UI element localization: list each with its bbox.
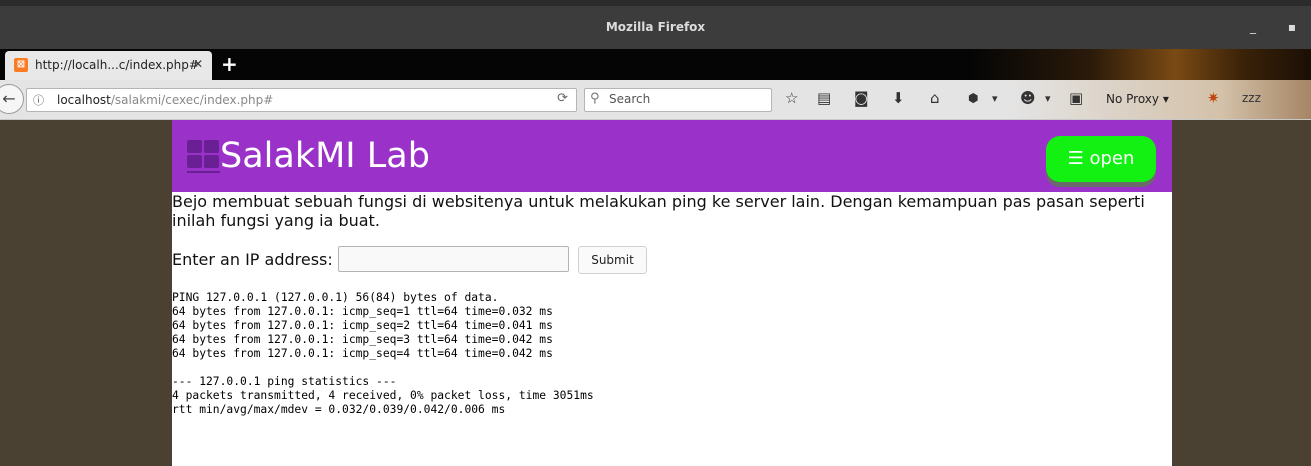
- home-icon[interactable]: ⌂: [930, 89, 940, 107]
- web-page: SalakMI Lab ☰ open Bejo membuat sebuah f…: [172, 120, 1172, 466]
- grid-logo-icon: [187, 140, 220, 173]
- screenshot-icon[interactable]: ▣: [1069, 89, 1083, 107]
- site-header: SalakMI Lab ☰ open: [172, 120, 1172, 192]
- tab-label: http://localh...c/index.php#: [35, 58, 199, 72]
- back-button[interactable]: ←: [0, 84, 24, 114]
- url-bar[interactable]: ⓘ localhost/salakmi/cexec/index.php# ⟳: [26, 88, 577, 112]
- pocket-icon[interactable]: ◙: [854, 89, 869, 107]
- info-icon[interactable]: ⓘ: [33, 92, 44, 108]
- url-host: localhost: [57, 93, 111, 107]
- greasemonkey-dropdown-icon[interactable]: ▾: [1045, 92, 1051, 105]
- ip-address-label: Enter an IP address:: [172, 250, 333, 269]
- browser-tab[interactable]: ⊠ http://localh...c/index.php# ✕: [5, 51, 212, 80]
- output-line: 64 bytes from 127.0.0.1: icmp_seq=4 ttl=…: [172, 347, 553, 360]
- search-icon: ⚲: [590, 91, 600, 106]
- window-title: Mozilla Firefox: [605, 20, 706, 34]
- ping-output: PING 127.0.0.1 (127.0.0.1) 56(84) bytes …: [172, 291, 594, 417]
- greasemonkey-icon[interactable]: ☻: [1020, 89, 1036, 107]
- ip-address-input[interactable]: [338, 246, 569, 272]
- titlebar-top-edge: [0, 0, 1311, 6]
- output-line: rtt min/avg/max/mdev = 0.032/0.039/0.042…: [172, 403, 506, 416]
- challenge-description: Bejo membuat sebuah fungsi di websitenya…: [172, 192, 1145, 230]
- output-line: 64 bytes from 127.0.0.1: icmp_seq=3 ttl=…: [172, 333, 553, 346]
- bookmarks-menu-icon[interactable]: ▤: [817, 89, 831, 107]
- tab-close-icon[interactable]: ✕: [193, 57, 203, 71]
- site-title: SalakMI Lab: [220, 136, 430, 176]
- output-line: 64 bytes from 127.0.0.1: icmp_seq=2 ttl=…: [172, 319, 553, 332]
- downloads-icon[interactable]: ⬇: [892, 89, 905, 107]
- submit-button[interactable]: Submit: [578, 246, 647, 274]
- adblock-icon[interactable]: ⬢: [968, 91, 978, 105]
- tab-bar: ⊠ http://localh...c/index.php# ✕ +: [0, 49, 1311, 80]
- reload-icon[interactable]: ⟳: [557, 91, 568, 106]
- window-titlebar: Mozilla Firefox _ ▪: [0, 0, 1311, 49]
- output-line: --- 127.0.0.1 ping statistics ---: [172, 375, 397, 388]
- url-path: /salakmi/cexec/index.php#: [110, 93, 274, 107]
- theme-decoration: [971, 49, 1311, 80]
- bookmark-star-icon[interactable]: ☆: [785, 89, 798, 107]
- proxy-selector[interactable]: No Proxy ▾: [1106, 92, 1169, 106]
- navigation-toolbar: ← ⓘ localhost/salakmi/cexec/index.php# ⟳…: [0, 80, 1311, 120]
- search-input[interactable]: [607, 91, 761, 107]
- output-line: 4 packets transmitted, 4 received, 0% pa…: [172, 389, 594, 402]
- search-bar[interactable]: ⚲: [584, 88, 772, 112]
- proxy-label: No Proxy: [1106, 92, 1160, 106]
- url-text[interactable]: localhost/salakmi/cexec/index.php#: [57, 93, 273, 107]
- open-menu-button[interactable]: ☰ open: [1046, 136, 1156, 182]
- output-line: 64 bytes from 127.0.0.1: icmp_seq=1 ttl=…: [172, 305, 553, 318]
- adblock-dropdown-icon[interactable]: ▾: [992, 92, 998, 105]
- output-line: PING 127.0.0.1 (127.0.0.1) 56(84) bytes …: [172, 291, 499, 304]
- new-tab-button[interactable]: +: [221, 52, 238, 76]
- extension-icon[interactable]: ✷: [1207, 89, 1220, 107]
- minimize-button[interactable]: _: [1246, 20, 1260, 34]
- xampp-icon: ⊠: [14, 58, 28, 72]
- sleep-tab-icon[interactable]: zzz: [1242, 91, 1261, 105]
- close-window-button[interactable]: ▪: [1285, 20, 1299, 34]
